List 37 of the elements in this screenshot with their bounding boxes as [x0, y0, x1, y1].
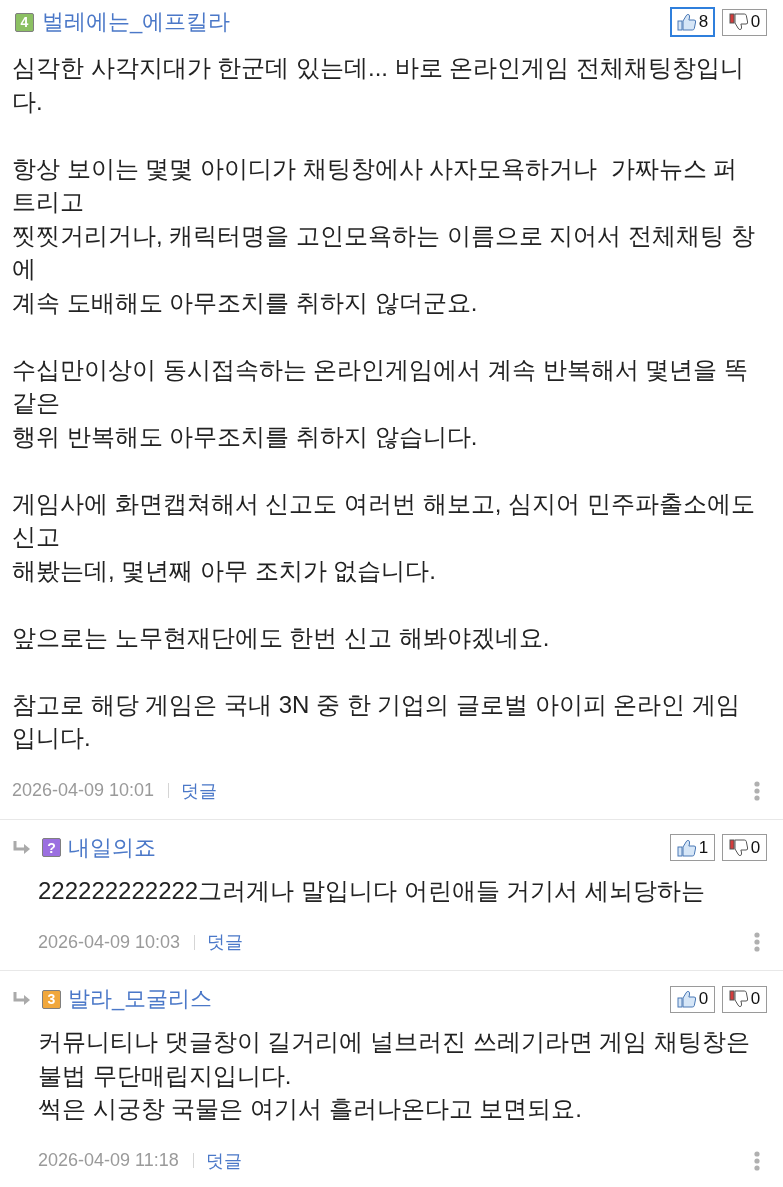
thumbs-up-icon — [676, 13, 697, 31]
reply-link[interactable]: 덧글 — [181, 778, 218, 803]
reply-link[interactable]: 덧글 — [207, 930, 244, 954]
comment-text: 심각한 사각지대가 한군데 있는데... 바로 온라인게임 전체채팅창입니 다. — [12, 53, 745, 117]
comment-date: 2026-04-09 11:18 — [38, 1150, 179, 1171]
more-icon[interactable] — [754, 1150, 760, 1171]
more-icon[interactable] — [754, 780, 760, 801]
like-button[interactable]: 0 — [670, 985, 715, 1013]
thumbs-up-icon — [676, 990, 697, 1008]
thumbs-down-icon — [728, 13, 749, 31]
comment-text: 수십만이상이 동시접속하는 온라인게임에서 계속 반복해서 몇년을 똑 같은 행위 반복해도 아무조치를 취하지 않습니다. — [12, 354, 749, 452]
dislike-button[interactable]: 0 — [722, 8, 767, 36]
comment-date: 2026-04-09 10:01 — [12, 780, 155, 801]
like-button[interactable]: 1 — [670, 834, 715, 861]
like-button[interactable]: 8 — [670, 7, 715, 37]
author-name[interactable]: 발라_모굴리스 — [68, 984, 213, 1014]
thumbs-down-icon — [728, 990, 749, 1008]
level-badge: 3 — [42, 989, 61, 1009]
dislike-button[interactable]: 0 — [722, 985, 767, 1013]
comment-text: 커뮤니티나 댓글창이 길거리에 널브러진 쓰레기라면 게임 채팅창은 불법 무단매립지입니다. 썩은 시궁창 국물은 여기서 흘러나온다고 보면되요. — [38, 1027, 751, 1124]
reply-arrow-icon — [12, 840, 32, 855]
comment-text: 222222222222그러게나 말입니다 어린애들 거기서 세뇌당하는 — [38, 875, 706, 906]
comment-text: 항상 보이는 몇몇 아이디가 채팅창에사 사자모욕하거나 가짜뉴스 퍼 트리고 찟찟거리거나, 캐릭터명을 고인모욕하는 이름으로 지어서 전체채팅 창 에 계속 도배해도 아무조치를 취하지 않더군요. — [12, 153, 756, 318]
dislike-button[interactable]: 0 — [722, 834, 767, 861]
author-name[interactable]: 내일의죠 — [68, 832, 156, 863]
thumbs-down-icon — [728, 838, 749, 857]
author-name[interactable]: 벌레에는_에프킬라 — [42, 7, 231, 37]
thumbs-up-icon — [676, 838, 697, 857]
comment-text: 참고로 해당 게임은 국내 3N 중 한 기업의 글로벌 아이피 온라인 게임 입니다. — [12, 689, 742, 753]
reply-link[interactable]: 덧글 — [205, 1148, 242, 1173]
comment-text: 게임사에 화면캡쳐해서 신고도 여러번 해보고, 심지어 민주파출소에도 신고 해봤는데, 몇년째 아무 조치가 없습니다. — [12, 488, 756, 586]
level-badge: 4 — [15, 12, 34, 32]
more-icon[interactable] — [754, 932, 760, 952]
reply-arrow-icon — [12, 992, 32, 1006]
comment-text: 앞으로는 노무현재단에도 한번 신고 해봐야겠네요. — [12, 622, 551, 653]
level-badge: ? — [42, 838, 61, 857]
comment-date: 2026-04-09 10:03 — [38, 931, 181, 953]
